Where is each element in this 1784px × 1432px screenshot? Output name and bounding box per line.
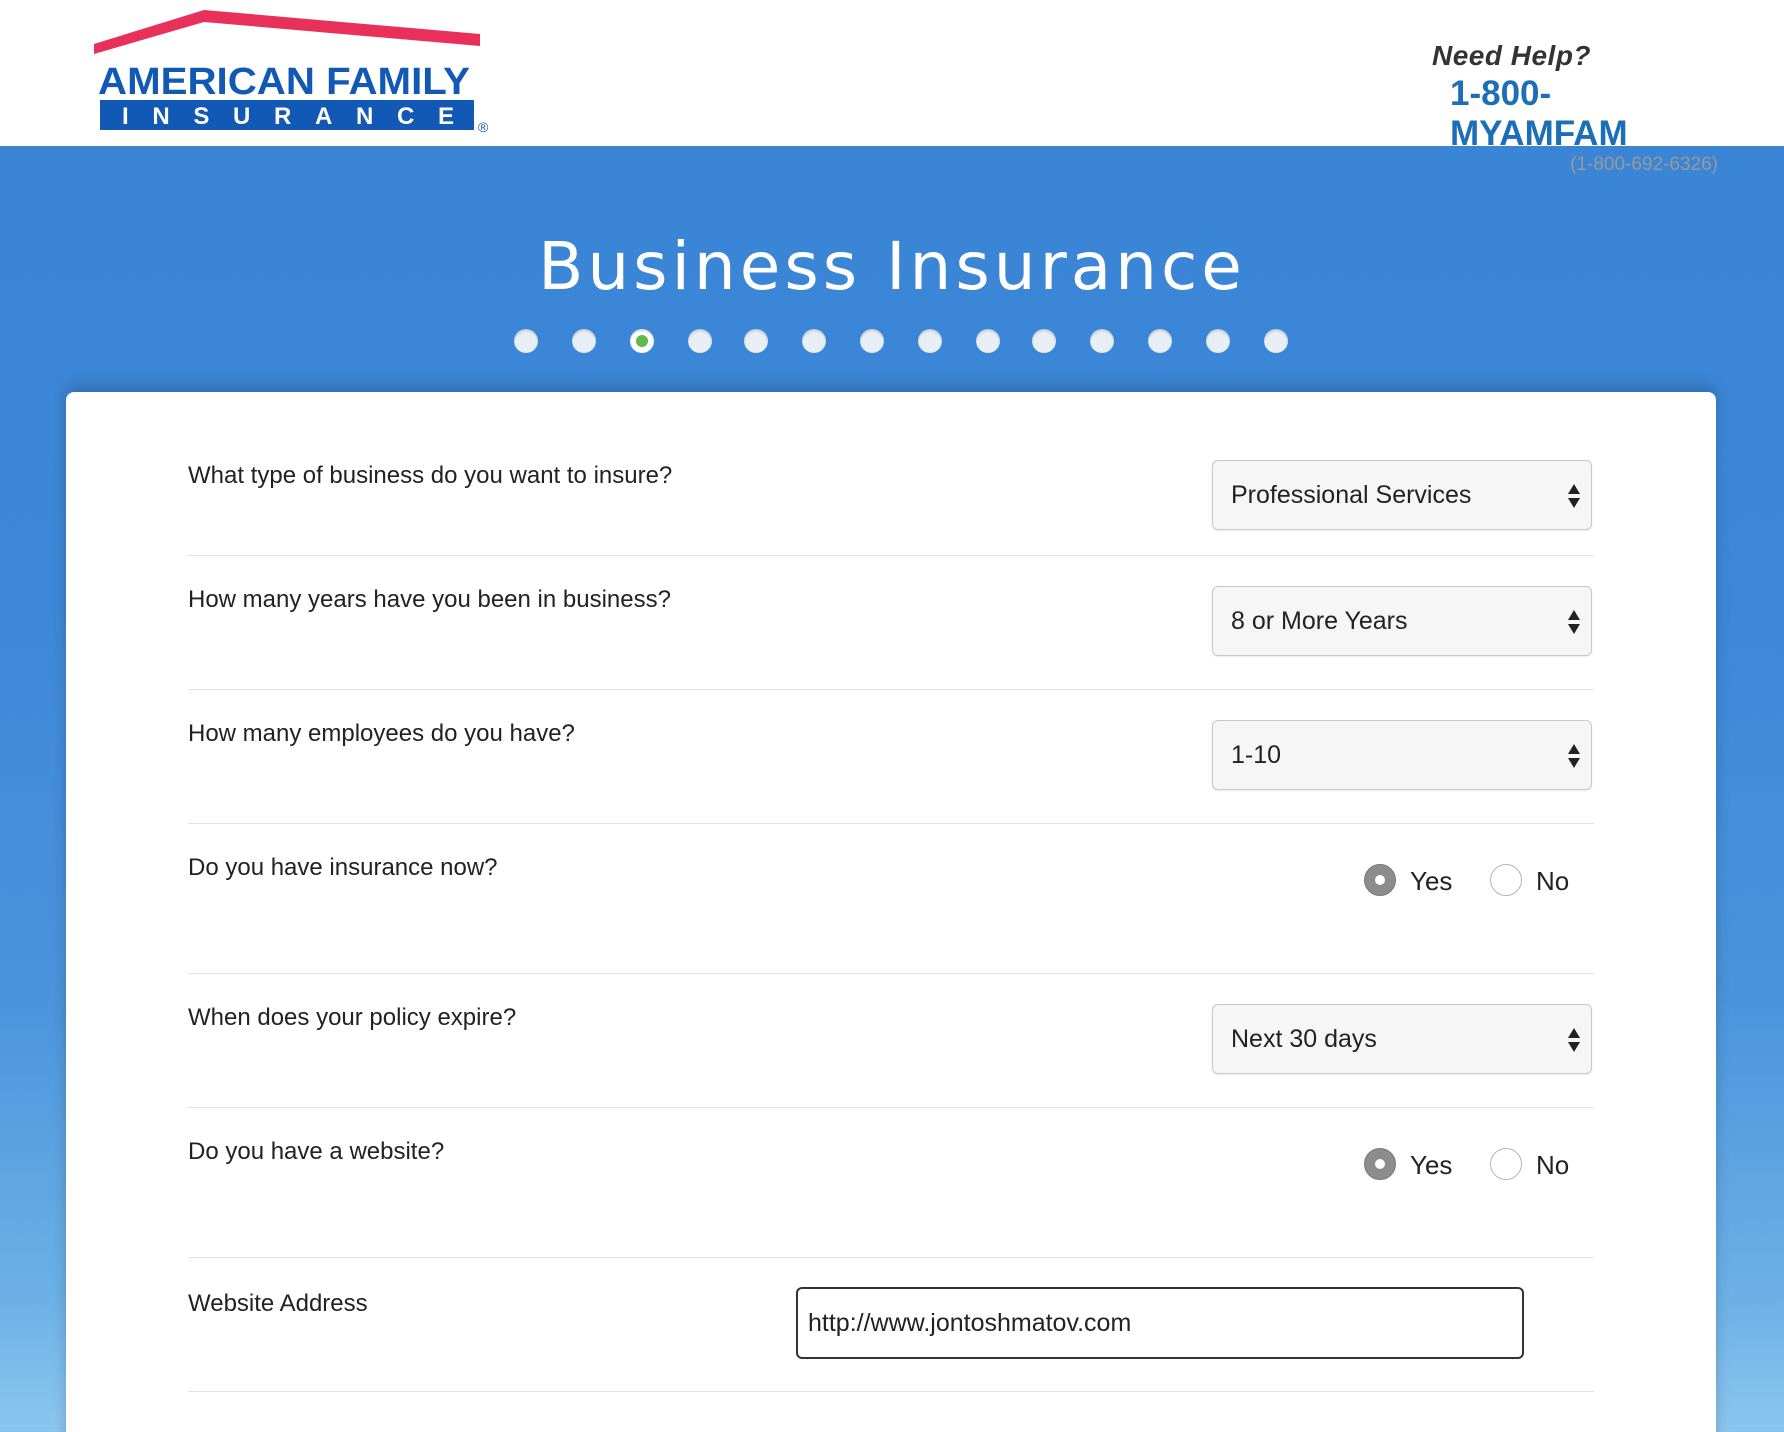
has-website-yes-option[interactable]: Yes [1364, 1148, 1464, 1182]
radio-checked-icon[interactable] [1364, 864, 1396, 896]
svg-text:®: ® [478, 119, 489, 135]
step-dot-7 [860, 329, 884, 353]
svg-text:AMERICAN FAMILY: AMERICAN FAMILY [98, 61, 470, 103]
help-title: Need Help? [1432, 40, 1592, 71]
has-website-yes-label: Yes [1410, 1150, 1453, 1180]
has-insurance-yes-label: Yes [1410, 866, 1453, 896]
radio-checked-icon[interactable] [1364, 1148, 1396, 1180]
years-question: How many years have you been in business… [188, 586, 671, 613]
page-title: Business Insurance [538, 228, 1246, 305]
years-row: How many years have you been in business… [188, 556, 1594, 690]
select-arrows-icon [1568, 484, 1580, 508]
website-address-input[interactable] [796, 1287, 1524, 1359]
business-type-select[interactable]: Professional Services [1212, 460, 1592, 530]
step-dot-13 [1206, 329, 1230, 353]
has-insurance-no-label: No [1536, 866, 1570, 896]
step-dot-6 [802, 329, 826, 353]
help-phone-number: (1-800-692-6326) [1570, 154, 1718, 175]
step-dot-5 [744, 329, 768, 353]
select-arrows-icon [1568, 1028, 1580, 1052]
help-phone-link[interactable]: 1-800-MYAMFAM [1378, 74, 1718, 154]
business-type-row: What type of business do you want to ins… [188, 392, 1594, 556]
business-type-value: Professional Services [1231, 481, 1472, 509]
step-dot-2 [572, 329, 596, 353]
employees-value: 1-10 [1231, 741, 1282, 769]
radio-unchecked-icon[interactable] [1490, 864, 1522, 896]
step-dot-10 [1032, 329, 1056, 353]
logo-graphic: AMERICAN FAMILY INSURANCE ® [94, 10, 489, 135]
has-insurance-row: Do you have insurance now? Yes No [188, 824, 1594, 974]
quote-form-card: What type of business do you want to ins… [66, 392, 1716, 1432]
step-dot-8 [918, 329, 942, 353]
help-contact: Need Help? 1-800-MYAMFAM (1-800-692-6326… [1378, 40, 1718, 176]
has-website-row: Do you have a website? Yes No [188, 1108, 1594, 1258]
has-insurance-radio-group: Yes No [1364, 864, 1569, 898]
has-insurance-question: Do you have insurance now? [188, 854, 498, 881]
step-dot-9 [976, 329, 1000, 353]
business-type-question: What type of business do you want to ins… [188, 462, 673, 489]
step-progress [514, 329, 1314, 353]
website-address-label: Website Address [188, 1290, 368, 1317]
american-family-logo[interactable]: AMERICAN FAMILY INSURANCE ® [92, 10, 502, 135]
step-dot-12 [1148, 329, 1172, 353]
has-insurance-yes-option[interactable]: Yes [1364, 864, 1464, 898]
select-arrows-icon [1568, 610, 1580, 634]
select-arrows-icon [1568, 744, 1580, 768]
step-dot-14 [1264, 329, 1288, 353]
step-dot-1 [514, 329, 538, 353]
has-insurance-no-option[interactable]: No [1490, 864, 1570, 898]
years-value: 8 or More Years [1231, 607, 1408, 635]
step-dot-3-current [630, 329, 654, 353]
step-dot-11 [1090, 329, 1114, 353]
has-website-no-label: No [1536, 1150, 1570, 1180]
step-dot-4 [688, 329, 712, 353]
site-header: AMERICAN FAMILY INSURANCE ® Need Help? 1… [0, 0, 1784, 175]
policy-expire-question: When does your policy expire? [188, 1004, 517, 1031]
policy-expire-value: Next 30 days [1231, 1025, 1377, 1053]
years-select[interactable]: 8 or More Years [1212, 586, 1592, 656]
policy-expire-row: When does your policy expire? Next 30 da… [188, 974, 1594, 1108]
employees-select[interactable]: 1-10 [1212, 720, 1592, 790]
radio-unchecked-icon[interactable] [1490, 1148, 1522, 1180]
employees-row: How many employees do you have? 1-10 [188, 690, 1594, 824]
has-website-no-option[interactable]: No [1490, 1148, 1570, 1182]
policy-expire-select[interactable]: Next 30 days [1212, 1004, 1592, 1074]
has-website-question: Do you have a website? [188, 1138, 445, 1165]
employees-question: How many employees do you have? [188, 720, 575, 747]
has-website-radio-group: Yes No [1364, 1148, 1569, 1182]
